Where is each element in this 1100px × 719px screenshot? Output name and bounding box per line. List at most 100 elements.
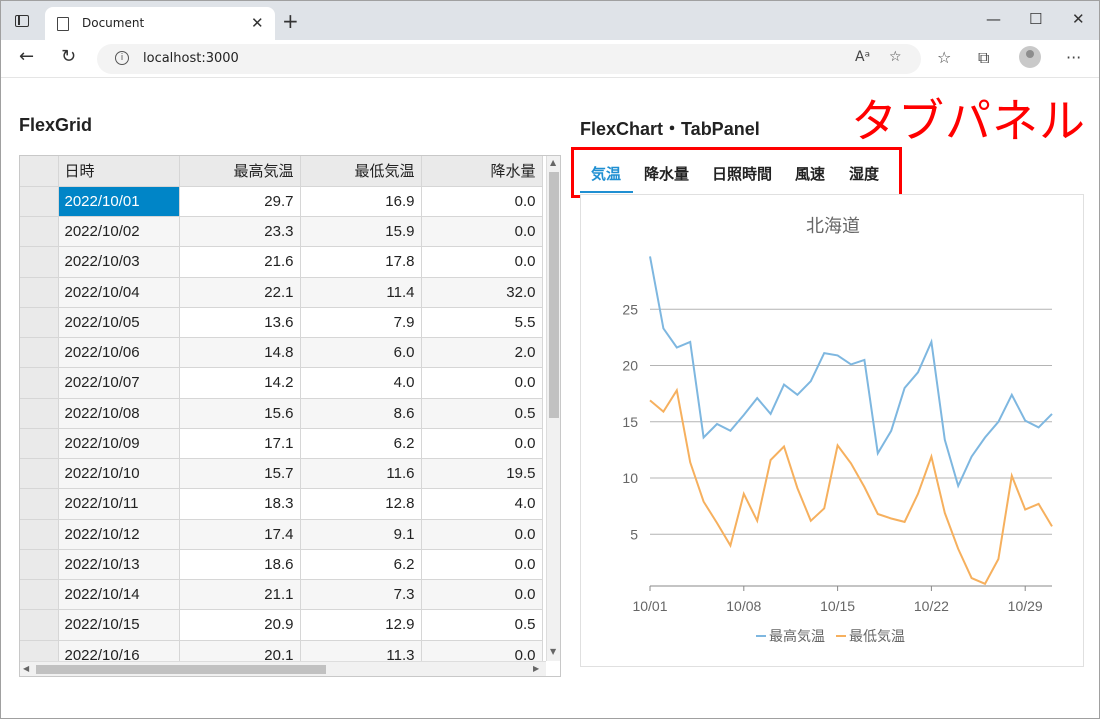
grid-cell[interactable]: 0.5 bbox=[421, 398, 543, 429]
grid-cell[interactable]: 2022/10/07 bbox=[58, 367, 180, 399]
grid-cell[interactable]: 0.0 bbox=[421, 186, 543, 218]
table-row[interactable]: 2022/10/05 13.6 7.9 5.5 bbox=[20, 307, 543, 339]
row-header[interactable] bbox=[20, 549, 59, 581]
grid-cell[interactable]: 11.4 bbox=[300, 277, 422, 308]
row-header[interactable] bbox=[20, 398, 59, 429]
grid-cell[interactable]: 2022/10/08 bbox=[58, 398, 180, 429]
table-row[interactable]: 2022/10/08 15.6 8.6 0.5 bbox=[20, 398, 543, 429]
grid-cell[interactable]: 11.6 bbox=[300, 458, 422, 490]
horizontal-scroll-thumb[interactable] bbox=[36, 665, 326, 674]
grid-cell[interactable]: 2022/10/04 bbox=[58, 277, 180, 308]
grid-cell[interactable]: 6.0 bbox=[300, 337, 422, 369]
grid-cell[interactable]: 17.8 bbox=[300, 246, 422, 278]
grid-cell[interactable]: 7.3 bbox=[300, 579, 422, 611]
grid-cell[interactable]: 0.0 bbox=[421, 579, 543, 611]
row-header[interactable] bbox=[20, 488, 59, 520]
row-header[interactable] bbox=[20, 367, 59, 399]
table-row[interactable]: 2022/10/09 17.1 6.2 0.0 bbox=[20, 428, 543, 460]
grid-cell[interactable]: 2022/10/03 bbox=[58, 246, 180, 278]
vertical-scrollbar[interactable]: ▲ ▼ bbox=[546, 156, 560, 661]
maximize-icon[interactable]: ☐ bbox=[1029, 10, 1042, 28]
refresh-icon[interactable]: ↻ bbox=[61, 46, 76, 67]
info-icon[interactable]: i bbox=[115, 51, 129, 65]
tab-humidity[interactable]: 湿度 bbox=[849, 163, 879, 184]
grid-cell[interactable]: 12.9 bbox=[300, 609, 422, 641]
grid-cell[interactable]: 0.0 bbox=[421, 428, 543, 460]
grid-cell[interactable]: 2022/10/09 bbox=[58, 428, 180, 460]
grid-cell[interactable]: 14.8 bbox=[179, 337, 301, 369]
grid-cell[interactable]: 16.9 bbox=[300, 186, 422, 218]
row-header[interactable] bbox=[20, 519, 59, 550]
grid-cell[interactable]: 14.2 bbox=[179, 367, 301, 399]
grid-cell[interactable]: 17.4 bbox=[179, 519, 301, 550]
grid-cell[interactable]: 6.2 bbox=[300, 428, 422, 460]
browser-tab[interactable]: Document ✕ bbox=[45, 7, 275, 40]
close-window-icon[interactable]: ✕ bbox=[1072, 10, 1085, 28]
grid-cell[interactable]: 2022/10/02 bbox=[58, 216, 180, 248]
more-menu-icon[interactable]: ··· bbox=[1066, 48, 1081, 67]
grid-cell[interactable]: 5.5 bbox=[421, 307, 543, 339]
table-row[interactable]: 2022/10/15 20.9 12.9 0.5 bbox=[20, 609, 543, 641]
grid-cell[interactable]: 13.6 bbox=[179, 307, 301, 339]
table-row[interactable]: 2022/10/10 15.7 11.6 19.5 bbox=[20, 458, 543, 490]
flex-grid[interactable]: 日時 最高気温 最低気温 降水量 2022/10/01 29.7 16.9 0.0 20… bbox=[19, 155, 561, 677]
grid-cell[interactable]: 4.0 bbox=[300, 367, 422, 399]
tab-actions-icon[interactable] bbox=[15, 15, 29, 27]
grid-cell[interactable]: 2022/10/13 bbox=[58, 549, 180, 581]
grid-cell[interactable]: 0.0 bbox=[421, 216, 543, 248]
grid-cell[interactable]: 4.0 bbox=[421, 488, 543, 520]
grid-cell[interactable]: 15.9 bbox=[300, 216, 422, 248]
back-icon[interactable]: ← bbox=[19, 46, 34, 67]
grid-cell[interactable]: 0.0 bbox=[421, 549, 543, 581]
row-header[interactable] bbox=[20, 246, 59, 278]
grid-cell[interactable]: 15.7 bbox=[179, 458, 301, 490]
table-row[interactable]: 2022/10/14 21.1 7.3 0.0 bbox=[20, 579, 543, 611]
column-header-max-temp[interactable]: 最高気温 bbox=[179, 156, 301, 187]
column-header-precipitation[interactable]: 降水量 bbox=[421, 156, 543, 187]
scroll-down-icon[interactable]: ▼ bbox=[550, 647, 556, 656]
scroll-up-icon[interactable]: ▲ bbox=[550, 158, 556, 167]
table-row[interactable]: 2022/10/11 18.3 12.8 4.0 bbox=[20, 488, 543, 520]
table-row[interactable]: 2022/10/12 17.4 9.1 0.0 bbox=[20, 519, 543, 550]
grid-cell[interactable]: 17.1 bbox=[179, 428, 301, 460]
grid-cell[interactable]: 19.5 bbox=[421, 458, 543, 490]
tab-precipitation[interactable]: 降水量 bbox=[644, 163, 689, 184]
row-header[interactable] bbox=[20, 458, 59, 490]
table-row[interactable]: 2022/10/02 23.3 15.9 0.0 bbox=[20, 216, 543, 248]
read-aloud-icon[interactable]: Aᵃ bbox=[855, 49, 870, 65]
address-bar[interactable]: i localhost:3000 Aᵃ ☆ bbox=[97, 44, 921, 74]
vertical-scroll-thumb[interactable] bbox=[549, 172, 559, 418]
tab-wind-speed[interactable]: 風速 bbox=[795, 163, 825, 184]
row-header[interactable] bbox=[20, 609, 59, 641]
row-header[interactable] bbox=[20, 579, 59, 611]
grid-cell[interactable]: 2022/10/15 bbox=[58, 609, 180, 641]
grid-cell[interactable]: 7.9 bbox=[300, 307, 422, 339]
table-row[interactable]: 2022/10/01 29.7 16.9 0.0 bbox=[20, 186, 543, 218]
column-header-date[interactable]: 日時 bbox=[58, 156, 180, 187]
grid-cell[interactable]: 20.9 bbox=[179, 609, 301, 641]
grid-cell[interactable]: 22.1 bbox=[179, 277, 301, 308]
grid-cell[interactable]: 2022/10/06 bbox=[58, 337, 180, 369]
grid-cell[interactable]: 29.7 bbox=[179, 186, 301, 218]
grid-cell[interactable]: 6.2 bbox=[300, 549, 422, 581]
row-header[interactable] bbox=[20, 428, 59, 460]
row-header[interactable] bbox=[20, 337, 59, 369]
favorites-icon[interactable]: ☆ bbox=[937, 48, 951, 67]
grid-cell[interactable]: 2022/10/14 bbox=[58, 579, 180, 611]
grid-cell[interactable]: 2.0 bbox=[421, 337, 543, 369]
table-row[interactable]: 2022/10/06 14.8 6.0 2.0 bbox=[20, 337, 543, 369]
grid-cell[interactable]: 2022/10/01 bbox=[58, 186, 180, 218]
tab-sunshine[interactable]: 日照時間 bbox=[712, 163, 772, 184]
row-header[interactable] bbox=[20, 277, 59, 308]
grid-cell[interactable]: 23.3 bbox=[179, 216, 301, 248]
grid-cell[interactable]: 21.1 bbox=[179, 579, 301, 611]
grid-cell[interactable]: 2022/10/11 bbox=[58, 488, 180, 520]
close-tab-icon[interactable]: ✕ bbox=[251, 14, 264, 32]
row-header[interactable] bbox=[20, 307, 59, 339]
profile-avatar[interactable] bbox=[1019, 46, 1041, 68]
table-row[interactable]: 2022/10/07 14.2 4.0 0.0 bbox=[20, 367, 543, 399]
grid-cell[interactable]: 12.8 bbox=[300, 488, 422, 520]
table-row[interactable]: 2022/10/03 21.6 17.8 0.0 bbox=[20, 246, 543, 278]
grid-cell[interactable]: 2022/10/05 bbox=[58, 307, 180, 339]
table-row[interactable]: 2022/10/04 22.1 11.4 32.0 bbox=[20, 277, 543, 308]
